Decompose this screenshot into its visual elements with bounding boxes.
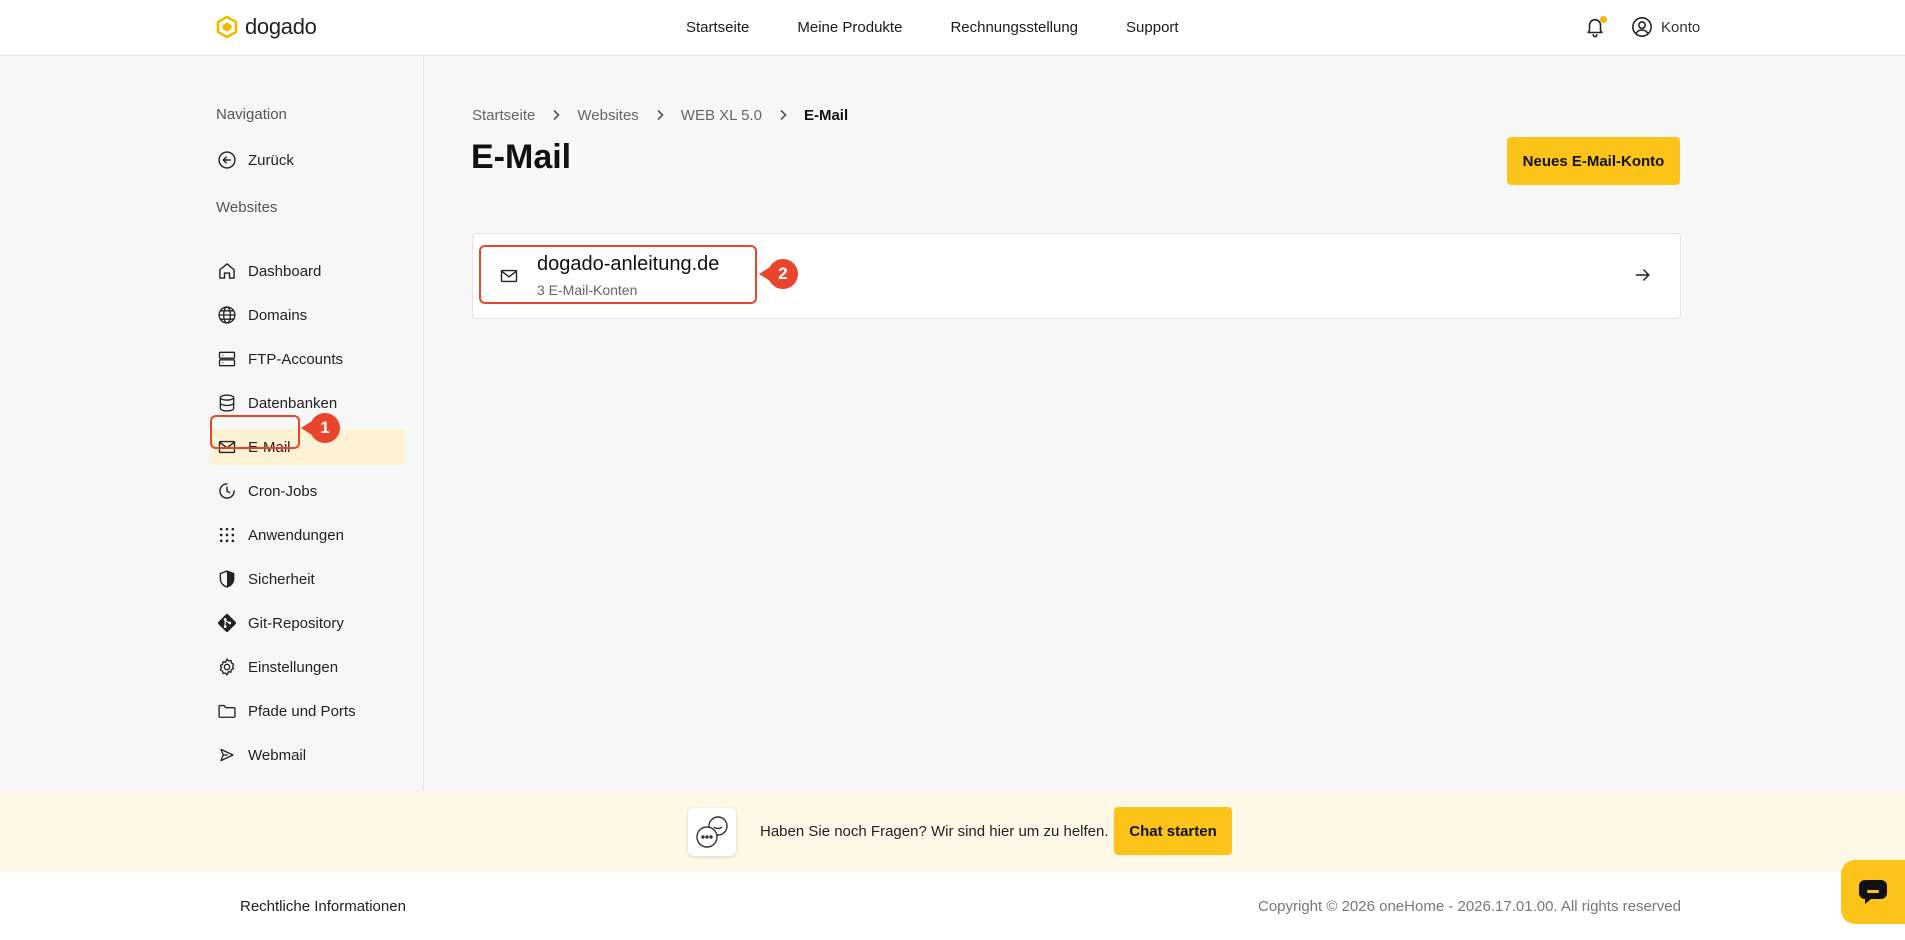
arrow-left-circle-icon [216, 149, 238, 171]
sidebar-item-sicherheit[interactable]: Sicherheit [210, 561, 406, 597]
gear-icon [216, 656, 238, 678]
sidebar-item-pfade-und-ports[interactable]: Pfade und Ports [210, 693, 406, 729]
git-icon [216, 612, 238, 634]
breadcrumb: Startseite Websites WEB XL 5.0 E-Mail [472, 107, 848, 124]
step-badge-2: 2 [759, 259, 798, 289]
send-icon [216, 744, 238, 766]
logo-text: dogado [245, 14, 317, 39]
account-label: Konto [1661, 18, 1701, 36]
sidebar-item-datenbanken[interactable]: Datenbanken [210, 385, 406, 421]
sidebar-item-label: Domains [248, 306, 308, 324]
mail-icon [499, 266, 519, 291]
sidebar-item-label: Datenbanken [248, 394, 338, 412]
domain-card[interactable]: dogado-anleitung.de 3 E-Mail-Konten [472, 233, 1681, 319]
sidebar-back-button[interactable]: Zurück [210, 142, 406, 178]
chat-widget-button[interactable] [1841, 860, 1905, 924]
sidebar-item-domains[interactable]: Domains [210, 297, 406, 333]
page-title: E-Mail [471, 138, 572, 176]
sidebar: Navigation Zurück Websites Dashboard Dom… [0, 56, 424, 791]
sidebar-heading-navigation: Navigation [216, 106, 287, 123]
nav-rechnungsstellung[interactable]: Rechnungsstellung [950, 19, 1078, 36]
notification-dot [1600, 16, 1607, 23]
breadcrumb-current: E-Mail [803, 107, 849, 124]
top-header: dogado Startseite Meine Produkte Rechnun… [0, 0, 1905, 56]
sidebar-item-einstellungen[interactable]: Einstellungen [210, 649, 406, 685]
sidebar-item-cron-jobs[interactable]: Cron-Jobs [210, 473, 406, 509]
account-menu[interactable]: Konto [1631, 16, 1700, 38]
sidebar-item-label: Sicherheit [248, 570, 315, 588]
nav-meine-produkte[interactable]: Meine Produkte [797, 19, 902, 36]
sidebar-item-label: Einstellungen [248, 658, 339, 676]
chevron-right-icon [778, 108, 788, 124]
step-badge-1: 1 [301, 413, 340, 443]
database-icon [216, 392, 238, 414]
sidebar-item-webmail[interactable]: Webmail [210, 737, 406, 773]
arrow-right-icon[interactable] [1633, 265, 1653, 290]
folder-icon [216, 700, 238, 722]
chevron-right-icon [551, 108, 561, 124]
sidebar-item-label: Pfade und Ports [248, 702, 356, 720]
grid-icon [216, 524, 238, 546]
user-circle-icon [1632, 17, 1652, 37]
server-icon [216, 348, 238, 370]
sidebar-item-label: Webmail [248, 746, 307, 764]
home-icon [216, 260, 238, 282]
copyright-text: Copyright © 2026 oneHome - 2026.17.01.00… [1258, 898, 1681, 915]
shield-icon [216, 568, 238, 590]
breadcrumb-websites[interactable]: Websites [577, 107, 638, 124]
start-chat-button[interactable]: Chat starten [1114, 807, 1232, 855]
chevron-right-icon [655, 108, 665, 124]
clock-icon [216, 480, 238, 502]
sidebar-item-label: Anwendungen [248, 526, 344, 544]
sidebar-item-dashboard[interactable]: Dashboard [210, 253, 406, 289]
mail-icon [216, 436, 238, 458]
chat-bubbles-icon [688, 808, 736, 856]
sidebar-item-label: FTP-Accounts [248, 350, 344, 368]
sidebar-back-label: Zurück [248, 151, 294, 169]
help-text: Haben Sie noch Fragen? Wir sind hier um … [760, 823, 1109, 840]
new-email-account-button[interactable]: Neues E-Mail-Konto [1507, 137, 1680, 185]
sidebar-item-label: Git-Repository [248, 614, 344, 632]
legal-info-link[interactable]: Rechtliche Informationen [240, 898, 406, 915]
breadcrumb-web-xl[interactable]: WEB XL 5.0 [681, 107, 762, 124]
dogado-logo-icon [216, 15, 238, 39]
sidebar-item-label: E-Mail [248, 438, 291, 456]
nav-support[interactable]: Support [1126, 19, 1179, 36]
sidebar-item-label: Cron-Jobs [248, 482, 318, 500]
sidebar-item-git-repository[interactable]: Git-Repository [210, 605, 406, 641]
domain-account-count: 3 E-Mail-Konten [537, 282, 638, 298]
main-nav: Startseite Meine Produkte Rechnungsstell… [686, 0, 1179, 55]
domain-name: dogado-anleitung.de [537, 253, 720, 275]
sidebar-item-ftp-accounts[interactable]: FTP-Accounts [210, 341, 406, 377]
logo[interactable]: dogado [215, 14, 317, 40]
globe-icon [216, 304, 238, 326]
chat-icon [1859, 880, 1887, 904]
nav-startseite[interactable]: Startseite [686, 19, 749, 36]
sidebar-item-anwendungen[interactable]: Anwendungen [210, 517, 406, 553]
sidebar-item-label: Dashboard [248, 262, 322, 280]
sidebar-heading-websites: Websites [216, 199, 278, 216]
breadcrumb-startseite[interactable]: Startseite [472, 107, 535, 124]
